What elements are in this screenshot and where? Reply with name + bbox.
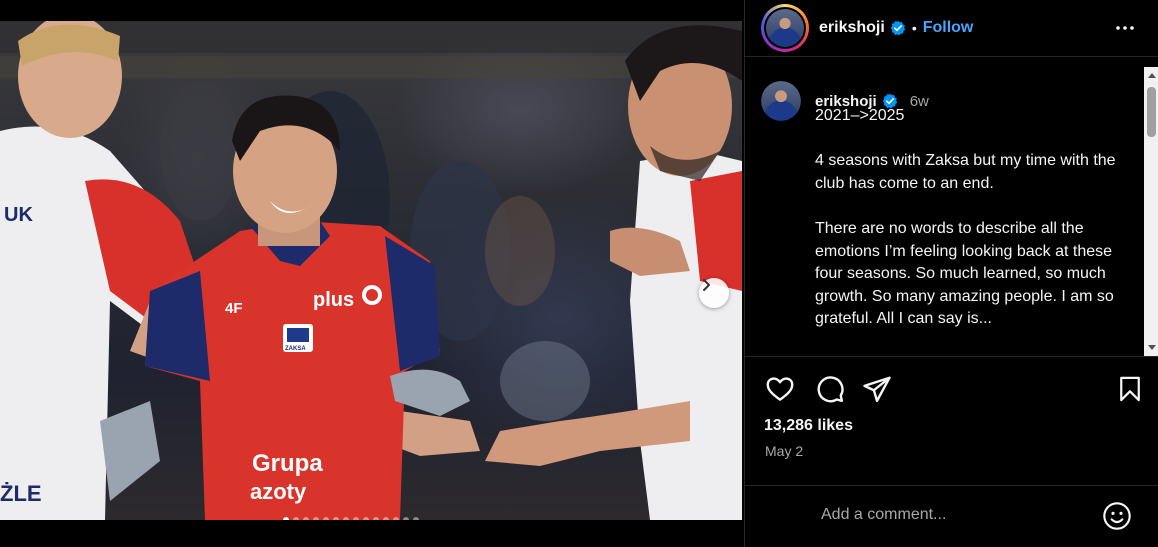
carousel-dot: [383, 517, 389, 520]
more-options-icon[interactable]: [1114, 17, 1136, 44]
carousel-dot: [323, 517, 329, 520]
verified-badge-icon: [890, 20, 906, 36]
post-header: erikshoji • Follow: [745, 0, 1158, 57]
author-avatar[interactable]: [761, 4, 809, 52]
post-media-panel: UK ŻLE plus 4F ZAKSA Grupa azoty: [0, 0, 744, 547]
carousel-indicator: [283, 517, 419, 520]
post-photo[interactable]: UK ŻLE plus 4F ZAKSA Grupa azoty: [0, 21, 742, 520]
post-side-panel: erikshoji • Follow erikshoji 6w 2021–>20…: [744, 0, 1158, 547]
scroll-up-arrow[interactable]: [1148, 73, 1156, 78]
carousel-dot: [293, 517, 299, 520]
comment-input[interactable]: [821, 506, 1091, 524]
chevron-right-icon: [703, 279, 710, 291]
carousel-dot: [403, 517, 409, 520]
follow-button[interactable]: Follow: [923, 19, 974, 37]
jersey-sponsor-plus: plus: [313, 289, 354, 311]
jersey-club-badge: ZAKSA: [285, 346, 306, 352]
bookmark-icon[interactable]: [1116, 374, 1144, 409]
paper-plane-icon[interactable]: [862, 374, 892, 409]
scroll-down-arrow[interactable]: [1148, 345, 1156, 350]
divider: [745, 485, 1158, 486]
next-slide-button[interactable]: [699, 278, 729, 308]
left-player-name: ŻLE: [0, 481, 42, 506]
post-actions: [761, 374, 1145, 406]
caption-scrollbar[interactable]: [1144, 67, 1158, 356]
scroll-thumb[interactable]: [1147, 87, 1156, 137]
likes-count[interactable]: 13,286 likes: [764, 417, 853, 435]
carousel-dot: [283, 517, 289, 520]
divider: [745, 356, 1158, 357]
carousel-dot: [333, 517, 339, 520]
jersey-sponsor-azoty: azoty: [250, 479, 307, 504]
carousel-dot: [313, 517, 319, 520]
carousel-dot: [353, 517, 359, 520]
carousel-dot: [343, 517, 349, 520]
left-player-number: UK: [4, 204, 33, 226]
caption-avatar[interactable]: [761, 81, 801, 121]
avatar-image: [766, 9, 804, 47]
emoji-smiley-icon[interactable]: [1101, 500, 1133, 537]
carousel-dot: [393, 517, 399, 520]
heart-icon[interactable]: [765, 374, 795, 409]
caption-text: 2021–>2025 4 seasons with Zaksa but my t…: [815, 107, 1116, 328]
carousel-dot: [373, 517, 379, 520]
post-date[interactable]: May 2: [765, 443, 803, 459]
carousel-dot: [413, 517, 419, 520]
caption-area: erikshoji 6w 2021–>2025 4 seasons with Z…: [745, 67, 1146, 356]
carousel-dot: [363, 517, 369, 520]
author-username[interactable]: erikshoji: [819, 19, 885, 37]
comment-bubble-icon[interactable]: [815, 374, 845, 409]
carousel-dot: [303, 517, 309, 520]
jersey-sponsor-grupa: Grupa: [252, 450, 323, 477]
jersey-sponsor-4f: 4F: [225, 300, 243, 317]
header-separator: •: [911, 20, 917, 36]
photo-illustration: UK ŻLE plus 4F ZAKSA Grupa azoty: [0, 21, 742, 520]
